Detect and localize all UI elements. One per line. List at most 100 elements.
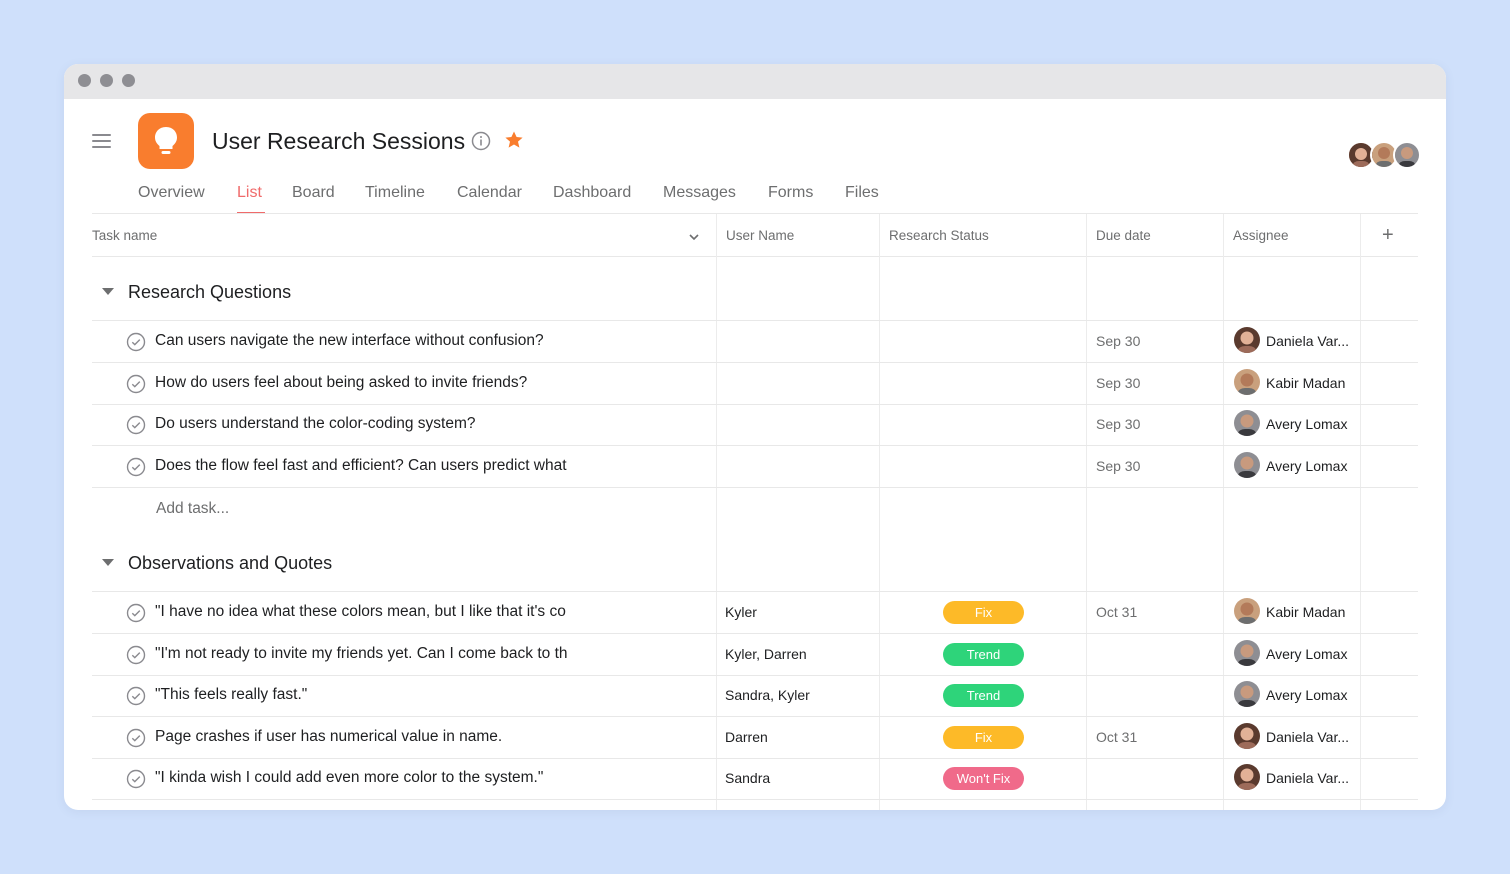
info-icon[interactable]: [471, 131, 491, 151]
page-title: User Research Sessions: [212, 128, 466, 154]
task-name[interactable]: How do users feel about being asked to i…: [155, 374, 600, 392]
complete-check-icon[interactable]: [126, 332, 146, 352]
tab-messages[interactable]: Messages: [663, 184, 736, 202]
avatar: [1234, 327, 1260, 353]
status-badge[interactable]: Won't Fix: [943, 767, 1024, 790]
assignee-name: Avery Lomax: [1266, 687, 1348, 703]
task-name[interactable]: Does the flow feel fast and efficient? C…: [155, 457, 600, 475]
complete-check-icon[interactable]: [126, 769, 146, 789]
window-dot-minimize[interactable]: [100, 74, 113, 87]
user-name-cell[interactable]: Sandra: [725, 770, 770, 786]
section-header[interactable]: Observations and Quotes: [102, 553, 332, 574]
table-row[interactable]: "I kinda wish I could add even more colo…: [92, 758, 1418, 799]
due-date-cell[interactable]: Oct 31: [1096, 729, 1137, 745]
user-name-cell[interactable]: Kyler: [725, 604, 757, 620]
avatar: [1234, 368, 1260, 395]
user-name-cell[interactable]: Sandra, Kyler: [725, 687, 810, 703]
avatar: [1234, 410, 1260, 436]
task-name[interactable]: Do users understand the color-coding sys…: [155, 415, 600, 433]
section-title: Observations and Quotes: [128, 553, 333, 573]
avatar: [1234, 639, 1260, 666]
app-window: User Research Sessions Overview List Boa…: [64, 64, 1446, 810]
assignee-name: Kabir Madan: [1266, 604, 1346, 620]
section-header[interactable]: Research Questions: [102, 282, 291, 303]
table-row[interactable]: Do users understand the color-coding sys…: [92, 404, 1418, 445]
divider: [92, 213, 1418, 214]
due-date-cell[interactable]: Sep 30: [1096, 375, 1140, 391]
task-name[interactable]: "This feels really fast.": [155, 686, 600, 704]
avatar[interactable]: [1393, 141, 1421, 169]
window-dot-maximize[interactable]: [122, 74, 135, 87]
project-icon[interactable]: [138, 113, 194, 169]
caret-down-icon[interactable]: [102, 287, 114, 295]
avatar: [1234, 722, 1260, 749]
avatar: [1234, 598, 1260, 624]
column-header-task-name[interactable]: Task name: [92, 228, 157, 243]
tab-forms[interactable]: Forms: [768, 184, 813, 202]
table-row[interactable]: Does the flow feel fast and efficient? C…: [92, 446, 1418, 487]
table-row[interactable]: How do users feel about being asked to i…: [92, 363, 1418, 404]
window-dot-close[interactable]: [78, 74, 91, 87]
tab-timeline[interactable]: Timeline: [365, 184, 425, 202]
task-name[interactable]: Can users navigate the new interface wit…: [155, 332, 600, 350]
user-name-cell[interactable]: Darren: [725, 729, 768, 745]
table-row[interactable]: Page crashes if user has numerical value…: [92, 717, 1418, 758]
assignee-name: Kabir Madan: [1266, 374, 1346, 391]
add-column-button[interactable]: +: [1382, 224, 1394, 247]
title-bar: [64, 64, 1446, 99]
complete-check-icon[interactable]: [126, 415, 146, 435]
task-name[interactable]: "I kinda wish I could add even more colo…: [155, 769, 600, 787]
tab-overview[interactable]: Overview: [138, 184, 205, 202]
row-divider: [92, 486, 1418, 488]
column-header-due-date[interactable]: Due date: [1096, 228, 1151, 243]
avatar: [1234, 681, 1260, 707]
status-badge[interactable]: Fix: [943, 725, 1024, 749]
tab-list[interactable]: List: [237, 184, 262, 202]
tab-board[interactable]: Board: [292, 184, 335, 202]
tab-dashboard[interactable]: Dashboard: [553, 184, 631, 202]
divider: [92, 256, 1418, 257]
assignee-name: Daniela Var...: [1266, 333, 1350, 349]
assignee-name: Avery Lomax: [1266, 645, 1348, 662]
due-date-cell[interactable]: Oct 31: [1096, 604, 1137, 620]
table-row[interactable]: "This feels really fast." Sandra, Kyler Tr…: [92, 675, 1418, 716]
complete-check-icon[interactable]: [126, 645, 146, 665]
table-row[interactable]: "I'm not ready to invite my friends yet.…: [92, 634, 1418, 675]
column-header-assignee[interactable]: Assignee: [1233, 228, 1289, 243]
table-row[interactable]: "I have no idea what these colors mean, …: [92, 592, 1418, 633]
menu-icon[interactable]: [92, 134, 111, 148]
user-name-cell[interactable]: Kyler, Darren: [725, 646, 807, 662]
avatar: [1234, 764, 1260, 790]
task-name[interactable]: "I have no idea what these colors mean, …: [155, 603, 600, 621]
row-divider: [92, 799, 1418, 800]
due-date-cell[interactable]: Sep 30: [1096, 416, 1140, 432]
assignee-name: Daniela Var...: [1266, 770, 1350, 786]
status-badge[interactable]: Fix: [943, 601, 1024, 624]
column-header-research-status[interactable]: Research Status: [889, 228, 989, 243]
assignee-name: Avery Lomax: [1266, 457, 1348, 474]
assignee-name: Avery Lomax: [1266, 416, 1348, 432]
status-badge[interactable]: Trend: [943, 684, 1024, 707]
column-header-user-name[interactable]: User Name: [726, 228, 794, 243]
table-row[interactable]: Can users navigate the new interface wit…: [92, 321, 1418, 362]
lightbulb-icon: [155, 127, 177, 154]
complete-check-icon[interactable]: [126, 603, 146, 623]
due-date-cell[interactable]: Sep 30: [1096, 333, 1140, 349]
assignee-name: Daniela Var...: [1266, 728, 1350, 745]
add-task-button[interactable]: Add task...: [156, 500, 229, 518]
status-badge[interactable]: Trend: [943, 642, 1024, 666]
complete-check-icon[interactable]: [126, 686, 146, 706]
avatar: [1234, 451, 1260, 478]
complete-check-icon[interactable]: [126, 374, 146, 394]
tab-calendar[interactable]: Calendar: [457, 184, 522, 202]
chevron-down-icon[interactable]: [687, 230, 701, 244]
complete-check-icon[interactable]: [126, 728, 146, 748]
tab-files[interactable]: Files: [845, 184, 879, 202]
caret-down-icon[interactable]: [102, 558, 114, 566]
complete-check-icon[interactable]: [126, 457, 146, 477]
star-icon[interactable]: [504, 130, 524, 150]
task-name[interactable]: Page crashes if user has numerical value…: [155, 728, 600, 746]
section-title: Research Questions: [128, 282, 292, 302]
task-name[interactable]: "I'm not ready to invite my friends yet.…: [155, 645, 600, 663]
due-date-cell[interactable]: Sep 30: [1096, 458, 1140, 474]
